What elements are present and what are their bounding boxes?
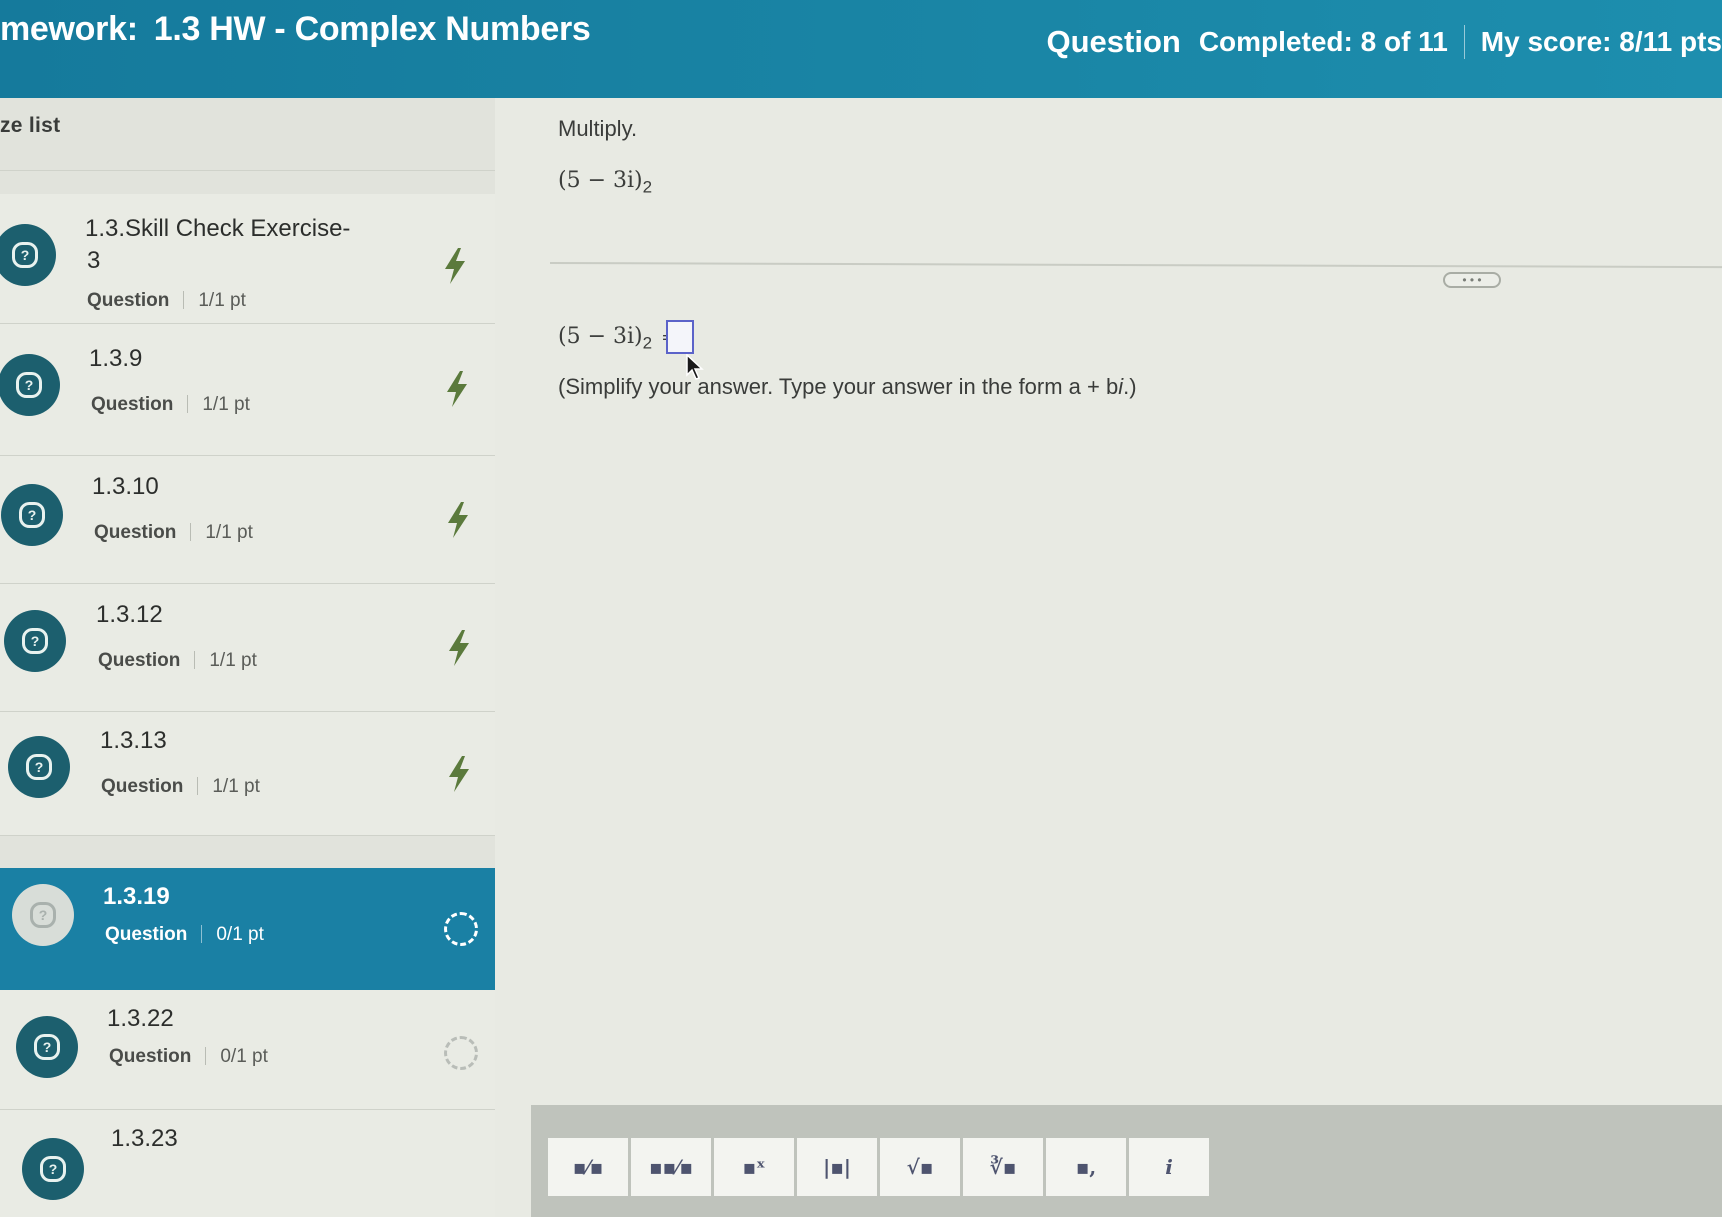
question-label: Question [1046,24,1181,59]
nth-root-button[interactable]: ∛▪ [963,1138,1043,1196]
question-list-label: ze list [0,114,61,137]
question-item-meta: Question 1/1 pt [87,290,246,312]
answer-input[interactable] [666,320,694,354]
question-item-points: 1/1 pt [198,290,246,311]
lightning-icon [449,756,469,792]
question-item-1-3-22[interactable]: ? 1.3.22 Question 0/1 pt [0,990,495,1110]
question-item-meta: Question 1/1 pt [94,522,253,544]
question-item-1-3-9[interactable]: ? 1.3.9 Question 1/1 pt [0,324,495,456]
math-palette-buttons: ▪⁄▪ ▪▪⁄▪ ▪ˣ |▪| √▪ ∛▪ ▪, i [548,1138,1209,1196]
answer-format-hint: (Simplify your answer. Type your answer … [558,374,1137,400]
answer-expression: (5 − 3i)2 = [558,324,676,353]
question-item-1-3-skill-check-3[interactable]: ? 1.3.Skill Check Exercise- 3 Question 1/… [0,194,495,324]
question-item-title: 1.3.Skill Check Exercise- [85,215,351,242]
answer-expression-subscript: 2 [642,333,653,353]
assignment-header: mework: 1.3 HW - Complex Numbers Question… [0,0,1722,98]
header-divider [1463,25,1465,59]
question-item-meta-label: Question [101,776,184,797]
question-item-title: 1.3.10 [92,473,159,500]
completed-count: Completed: 8 of 11 [1198,26,1448,57]
question-item-points: 1/1 pt [209,650,257,671]
question-item-1-3-10[interactable]: ? 1.3.10 Question 1/1 pt [0,456,495,584]
question-item-title: 1.3.23 [111,1125,178,1152]
assignment-title-text: 1.3 HW - Complex Numbers [153,10,591,48]
question-status-icon: ? [22,1138,84,1200]
question-item-points: 1/1 pt [202,394,250,415]
assignment-title-prefix: mework: [0,10,138,48]
question-status-icon: ? [8,736,70,798]
question-item-1-3-23[interactable]: ? 1.3.23 [0,1110,495,1217]
question-status-icon: ? [16,1016,78,1078]
lightning-icon [447,371,467,407]
lightning-icon [449,630,469,666]
subscript-button[interactable]: ▪, [1046,1138,1126,1196]
question-expression-subscript: 2 [642,177,653,197]
exponent-button[interactable]: ▪ˣ [714,1138,794,1196]
question-item-title-line2: 3 [87,247,101,274]
square-root-button[interactable]: √▪ [880,1138,960,1196]
question-item-1-3-13[interactable]: ? 1.3.13 Question 1/1 pt [0,712,495,836]
question-item-meta-label: Question [87,290,170,311]
question-expression-base: (5 − 3i) [558,168,643,193]
question-item-points: 1/1 pt [212,776,260,797]
question-instruction: Multiply. [558,116,638,141]
question-item-meta-label: Question [94,522,177,543]
question-item-meta: Question 0/1 pt [109,1046,268,1068]
question-item-title: 1.3.19 [103,883,170,910]
question-item-title: 1.3.22 [107,1005,174,1032]
question-expression: (5 − 3i)2 [558,168,652,197]
hint-text-end: .) [1123,374,1137,399]
question-item-meta-label: Question [109,1046,192,1067]
question-item-points: 0/1 pt [220,1046,268,1067]
hint-text: (Simplify your answer. Type your answer … [558,374,1119,399]
sidebar-divider [0,170,495,171]
incomplete-ring-icon [444,912,478,946]
question-status-icon: ? [0,354,60,416]
question-item-title: 1.3.9 [89,345,143,372]
question-item-meta-label: Question [105,924,188,945]
question-item-title: 1.3.13 [100,727,167,754]
question-item-points: 1/1 pt [205,522,253,543]
question-item-1-3-12[interactable]: ? 1.3.12 Question 1/1 pt [0,584,495,712]
question-status-icon: ? [0,224,56,286]
my-score: My score: 8/11 pts [1480,26,1722,57]
question-status-icon: ? [12,884,74,946]
question-item-meta-label: Question [91,394,174,415]
question-item-meta: Question 0/1 pt [105,924,264,946]
lightning-icon [448,502,468,538]
question-panel: Multiply. (5 − 3i)2 • • • (5 − 3i)2 = (S… [495,98,1722,1217]
assignment-title: mework: 1.3 HW - Complex Numbers [0,10,591,49]
question-item-meta: Question 1/1 pt [101,776,260,798]
incomplete-ring-icon [444,1036,478,1070]
question-item-meta: Question 1/1 pt [98,650,257,672]
question-item-meta: Question 1/1 pt [91,394,250,416]
question-item-points: 0/1 pt [216,924,264,945]
mixed-number-button[interactable]: ▪▪⁄▪ [631,1138,711,1196]
expand-more-button[interactable]: • • • [1443,272,1501,288]
question-item-title: 1.3.12 [96,601,163,628]
page: mework: 1.3 HW - Complex Numbers Question… [0,0,1722,1217]
imaginary-i-button[interactable]: i [1129,1138,1209,1196]
question-divider [549,262,1722,269]
question-status-icon: ? [1,484,63,546]
question-item-meta-label: Question [98,650,181,671]
question-item-1-3-19[interactable]: ? 1.3.19 Question 0/1 pt [0,868,495,990]
header-status: Question Completed: 8 of 11 My score: 8/… [1046,22,1722,62]
question-status-icon: ? [4,610,66,672]
lightning-icon [445,248,465,284]
question-list-sidebar: ze list ? 1.3.Skill Check Exercise- 3 Qu… [0,98,495,1217]
fraction-button[interactable]: ▪⁄▪ [548,1138,628,1196]
absolute-value-button[interactable]: |▪| [797,1138,877,1196]
answer-expression-base: (5 − 3i) [558,324,643,349]
